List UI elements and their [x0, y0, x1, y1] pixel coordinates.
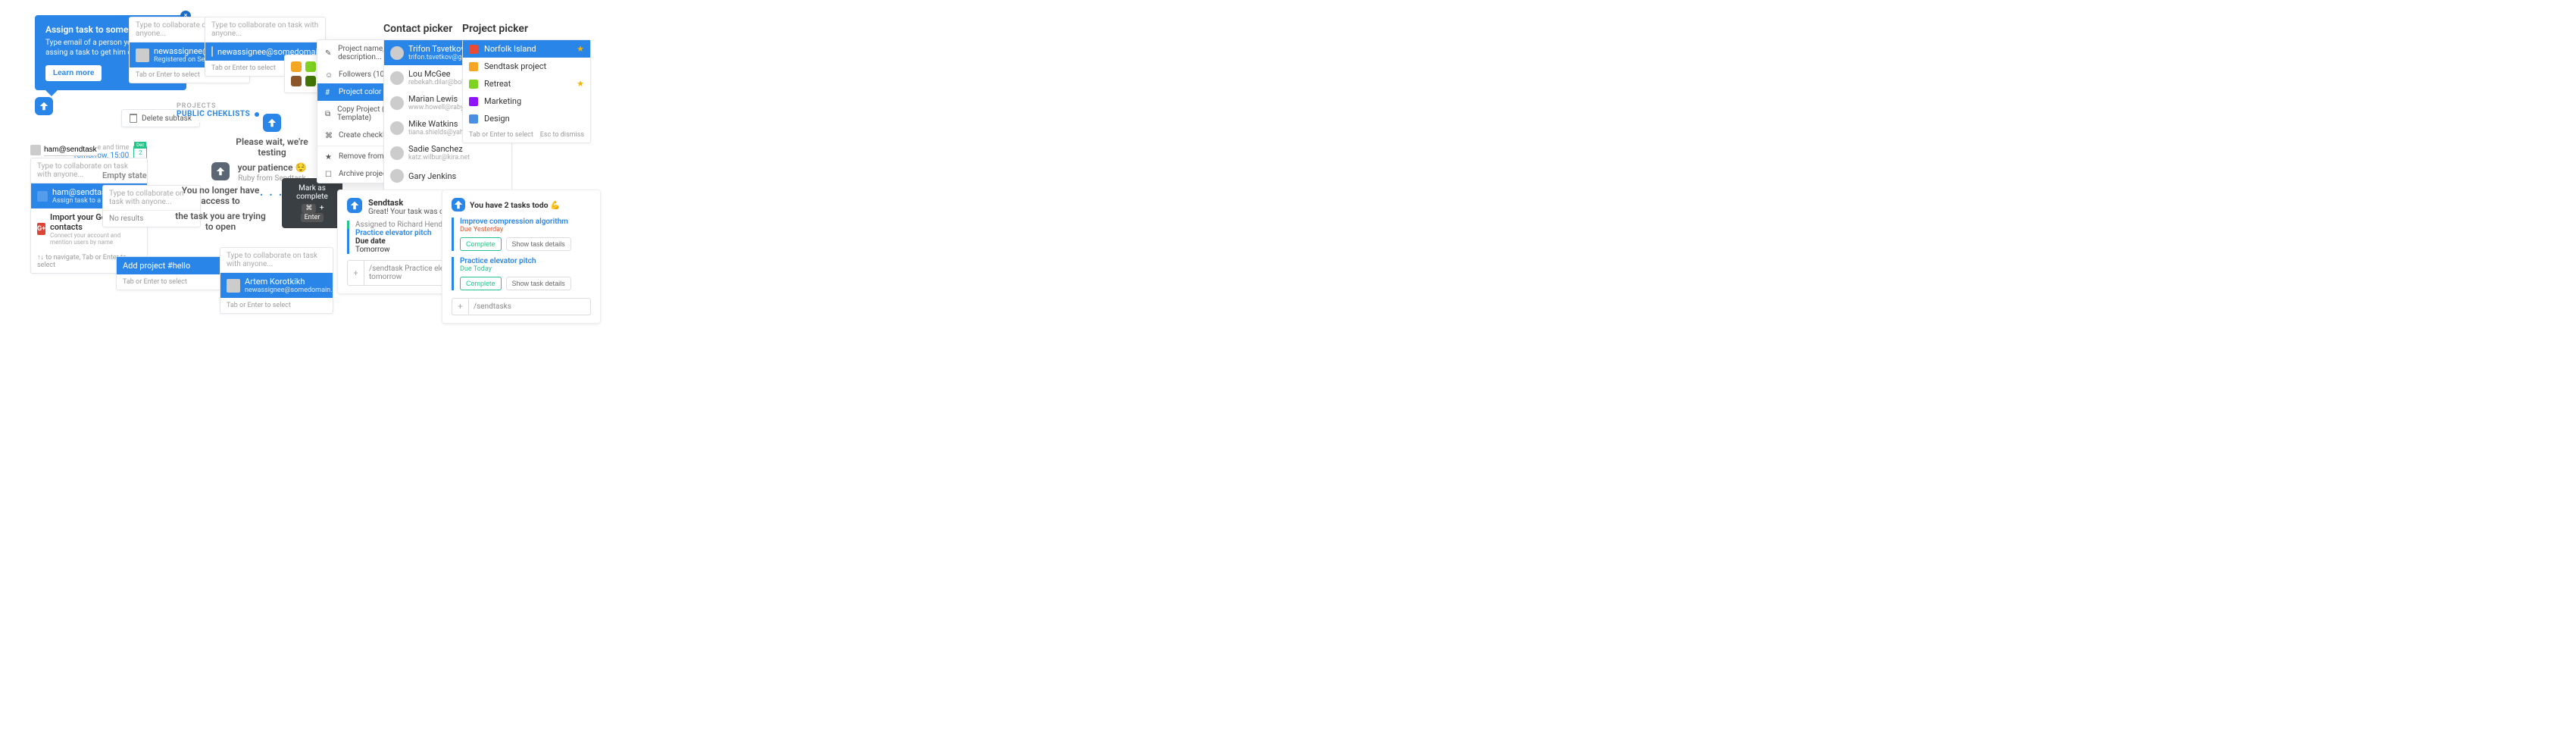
project-name: Marketing — [484, 96, 584, 106]
project-item[interactable]: Norfolk Island ★ — [463, 40, 590, 58]
copy-icon: ⧉ — [325, 110, 331, 117]
hash-icon: # — [325, 89, 333, 96]
assignee-input[interactable] — [44, 144, 97, 156]
contact-item[interactable]: Artem Korotkikh newassignee@somedomain.i… — [220, 273, 333, 298]
project-picker-title: Project picker — [462, 23, 591, 35]
kbd-enter: Enter — [301, 213, 324, 222]
add-project-item[interactable]: Add project #hello — [117, 257, 221, 274]
project-color-swatch — [469, 45, 478, 54]
avatar-icon — [390, 169, 404, 183]
footer-hint-right: Esc to dismiss — [540, 131, 584, 139]
contact-item[interactable]: Gary Jenkins — [384, 165, 511, 186]
avatar-icon — [390, 121, 404, 135]
project-item[interactable]: Retreat ★ — [463, 75, 590, 92]
footer-hint-left: Tab or Enter to select — [469, 131, 533, 139]
task-due: Due Today — [460, 265, 591, 273]
avatar-icon — [136, 49, 149, 62]
contact-sub: katz.wilbur@kira.net — [408, 154, 470, 161]
avatar-icon — [390, 96, 404, 110]
calendar-icon[interactable]: 2 — [133, 146, 147, 159]
star-icon: ★ — [577, 44, 584, 54]
kbd-cmd: ⌘ — [302, 204, 316, 213]
project-name: Sendtask project — [484, 61, 584, 71]
show-details-button[interactable]: Show task details — [506, 237, 571, 251]
color-swatch[interactable] — [305, 76, 316, 86]
plus-icon[interactable]: + — [348, 261, 364, 285]
import-sub: Connect your account and mention users b… — [50, 232, 141, 246]
collab-placeholder[interactable]: Type to collaborate on task with anyone.… — [220, 248, 333, 273]
color-swatch[interactable] — [305, 61, 316, 72]
learn-more-button[interactable]: Learn more — [45, 65, 102, 81]
star-icon: ★ — [325, 153, 333, 161]
avatar-icon — [227, 279, 240, 293]
project-color-swatch — [469, 80, 478, 89]
sendtask-logo — [347, 198, 362, 213]
mark-complete-label: Mark as complete — [291, 184, 333, 201]
contact-email: newassignee@somedomain.io — [245, 287, 338, 294]
archive-icon: ☐ — [325, 171, 333, 178]
link-icon: ⌘ — [325, 132, 333, 139]
mail-icon — [211, 46, 213, 57]
user-icon — [30, 145, 41, 155]
project-name: Design — [484, 114, 584, 124]
contact-item[interactable]: Sadie Sanchezkatz.wilbur@kira.net — [384, 140, 511, 165]
users-icon: ☺ — [325, 71, 333, 79]
pencil-icon: ✎ — [325, 49, 332, 57]
color-swatch[interactable] — [291, 76, 302, 86]
google-icon: G+ — [37, 223, 45, 235]
add-project-picker: Add project #hello Tab or Enter to selec… — [116, 256, 222, 290]
project-item[interactable]: Sendtask project — [463, 58, 590, 75]
collab-placeholder[interactable]: Type to collaborate on task with anyone.… — [205, 17, 325, 42]
star-icon: ★ — [577, 79, 584, 89]
color-swatch[interactable] — [291, 61, 302, 72]
project-name: Retreat — [484, 79, 571, 89]
user-icon — [37, 191, 48, 202]
project-color-swatch — [469, 97, 478, 106]
complete-button[interactable]: Complete — [460, 277, 502, 290]
task-name[interactable]: Improve compression algorithm — [460, 218, 591, 226]
plus-icon[interactable]: + — [452, 299, 469, 315]
project-name: Norfolk Island — [484, 44, 571, 54]
task-due: Due Yesterday — [460, 226, 591, 233]
footer-hint: Tab or Enter to select — [136, 71, 200, 79]
project-color-swatch — [469, 62, 478, 71]
project-item[interactable]: Design — [463, 110, 590, 127]
project-color-swatch — [469, 114, 478, 124]
contact-name: Gary Jenkins — [408, 171, 456, 181]
artem-picker: Type to collaborate on task with anyone.… — [220, 247, 333, 314]
contact-name: Sadie Sanchez — [408, 144, 470, 154]
sendtask-logo — [35, 97, 53, 115]
complete-button[interactable]: Complete — [460, 237, 502, 251]
project-item[interactable]: Marketing — [463, 92, 590, 110]
mark-complete-tooltip: Mark as complete ⌘ + Enter — [282, 178, 342, 228]
task-name[interactable]: Practice elevator pitch — [460, 257, 591, 265]
sendtask-logo — [263, 114, 281, 132]
tasks-todo-card: You have 2 tasks todo 💪 Improve compress… — [442, 190, 601, 324]
projects-heading: PROJECTS — [177, 102, 259, 110]
avatar-icon — [390, 46, 404, 60]
sendtask-logo — [452, 198, 465, 211]
footer-hint: Tab or Enter to select — [227, 302, 291, 309]
trash-icon — [130, 114, 137, 123]
show-details-button[interactable]: Show task details — [506, 277, 571, 290]
contact-name: Artem Korotkikh — [245, 277, 338, 287]
slash-command-input[interactable]: /sendtasks — [469, 299, 590, 315]
project-picker: Norfolk Island ★ Sendtask project Retreat ★ M… — [462, 39, 591, 143]
tasks-header: You have 2 tasks todo 💪 — [470, 200, 560, 210]
footer-hint: Tab or Enter to select — [123, 278, 187, 286]
footer-hint: Tab or Enter to select — [211, 64, 276, 72]
avatar-icon — [390, 146, 404, 160]
avatar-icon — [390, 71, 404, 85]
